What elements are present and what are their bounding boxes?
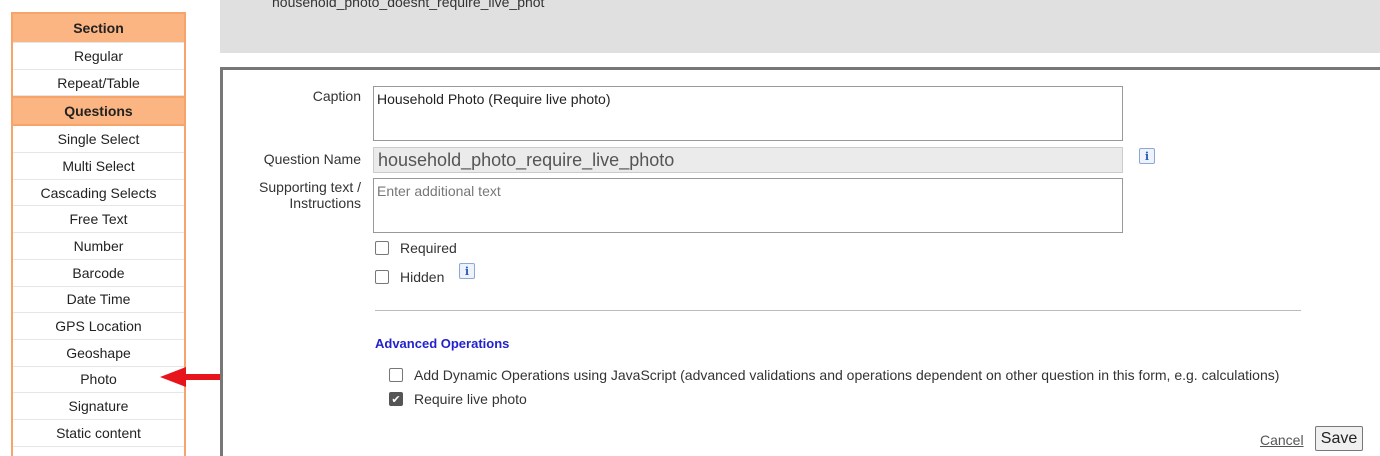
required-label: Required: [400, 240, 457, 256]
palette-item-geoshape[interactable]: Geoshape: [13, 340, 184, 367]
hidden-checkbox[interactable]: [375, 270, 389, 284]
supporting-text-label: Supporting text / Instructions: [223, 179, 361, 211]
question-name-info-icon[interactable]: i: [1139, 148, 1155, 164]
section-divider: [375, 310, 1301, 311]
question-name-field[interactable]: household_photo_require_live_photo: [373, 147, 1123, 173]
questions-header: Questions: [11, 96, 186, 127]
required-checkbox[interactable]: [375, 241, 389, 255]
cancel-link[interactable]: Cancel: [1260, 432, 1304, 448]
section-header: Section: [13, 14, 184, 43]
palette-item-free-text[interactable]: Free Text: [13, 206, 184, 234]
palette-item-date-time[interactable]: Date Time: [13, 287, 184, 314]
question-name-label: Question Name: [263, 151, 361, 167]
palette-item-repeat-table[interactable]: Repeat/Table: [13, 70, 184, 97]
dynamic-operations-option[interactable]: Add Dynamic Operations using JavaScript …: [389, 367, 1279, 383]
palette-item-number[interactable]: Number: [13, 233, 184, 260]
hidden-label: Hidden: [400, 269, 445, 285]
save-button[interactable]: Save: [1315, 426, 1363, 451]
caption-label: Caption: [312, 88, 361, 104]
palette-item-cascading-selects[interactable]: Cascading Selects: [13, 180, 184, 207]
palette-item-regular[interactable]: Regular: [13, 43, 184, 70]
palette-item-signature[interactable]: Signature: [13, 393, 184, 420]
require-live-photo-label: Require live photo: [414, 391, 527, 407]
palette-item-barcode[interactable]: Barcode: [13, 260, 184, 287]
require-live-photo-option[interactable]: ✔ Require live photo: [389, 391, 527, 407]
hidden-info-icon[interactable]: i: [459, 263, 475, 279]
palette-item-multi-select[interactable]: Multi Select: [13, 153, 184, 180]
dynamic-operations-checkbox[interactable]: [389, 368, 403, 382]
palette-item-single-select[interactable]: Single Select: [13, 126, 184, 154]
required-option[interactable]: Required: [375, 240, 457, 256]
advanced-operations-title: Advanced Operations: [375, 336, 510, 351]
supporting-text-label-line1: Supporting text /: [259, 179, 361, 195]
question-edit-panel: Caption Household Photo (Require live ph…: [220, 67, 1380, 456]
previous-question-band[interactable]: household_photo_doesnt_require_live_phot: [220, 0, 1380, 53]
question-palette: Section Regular Repeat/Table Questions S…: [11, 12, 186, 456]
caption-field[interactable]: Household Photo (Require live photo): [373, 86, 1123, 141]
hidden-option[interactable]: Hidden: [375, 269, 444, 285]
supporting-text-field[interactable]: Enter additional text: [373, 178, 1123, 233]
require-live-photo-checkbox[interactable]: ✔: [389, 392, 403, 406]
previous-question-name: household_photo_doesnt_require_live_phot: [272, 0, 545, 10]
palette-item-static-content[interactable]: Static content: [13, 420, 184, 447]
dynamic-operations-label: Add Dynamic Operations using JavaScript …: [414, 367, 1280, 383]
palette-item-gps-location[interactable]: GPS Location: [13, 313, 184, 340]
supporting-text-label-line2: Instructions: [289, 195, 361, 211]
